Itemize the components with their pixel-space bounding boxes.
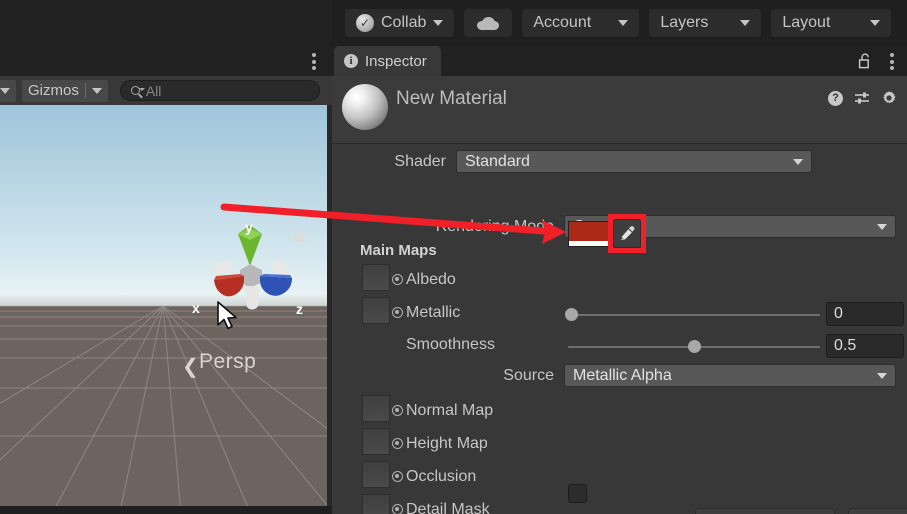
scene-toolbar-overflow-button[interactable] [0,79,16,102]
height-map-texture-slot[interactable] [362,428,390,455]
occlusion-label: Occlusion [406,468,477,485]
layout-label: Layout [782,14,831,31]
albedo-alpha-bar [569,241,612,246]
normal-map-select-icon[interactable] [392,405,403,416]
gear-icon[interactable] [881,90,897,106]
bottom-field-left[interactable] [695,508,835,514]
rendering-mode-label: Rendering Mode [435,217,554,235]
smoothness-label: Smoothness [406,336,495,353]
inspector-tab-strip: i Inspector [332,46,907,76]
albedo-color-swatch[interactable] [568,221,613,247]
detail-mask-select-icon[interactable] [392,504,403,514]
chevron-down-icon [740,20,751,26]
gizmo-axis-x-label: x [192,300,200,316]
preset-icon[interactable] [854,90,870,106]
detail-mask-texture-slot[interactable] [362,494,390,514]
layers-button[interactable]: Layers [649,9,762,37]
toolbar-right-group: ✓ Collab Account Layers Layout [332,0,907,46]
albedo-select-icon[interactable] [392,274,403,285]
info-icon: i [344,54,358,68]
metallic-value-field[interactable]: 0 [826,302,904,326]
cloud-icon [477,16,500,30]
perspective-toggle-arrow-icon[interactable]: ❮ [182,354,199,379]
scene-tab-strip [0,46,332,76]
scene-viewport[interactable]: x y z ❮ Persp [0,105,327,506]
inspector-header-icons: ? [828,90,897,106]
account-label: Account [533,14,592,31]
lock-icon[interactable] [293,227,306,243]
chevron-down-icon [618,20,629,26]
material-name: New Material [396,88,507,109]
chevron-down-icon [91,87,102,94]
gizmos-dropdown[interactable]: Gizmos [22,79,108,102]
divider [84,83,86,98]
source-dropdown[interactable]: Metallic Alpha [564,364,896,387]
gizmo-axis-y-label: y [245,219,253,235]
inspector-panel: i Inspector New Material ? Shader Standa… [332,46,907,514]
detail-mask-label: Detail Mask [406,501,490,514]
height-map-select-icon[interactable] [392,438,403,449]
scene-view-panel: Gizmos All x y z ❮ Persp [0,46,332,514]
albedo-color-fill [569,222,612,241]
chevron-down-icon [870,20,881,26]
perspective-label: Persp [199,350,257,373]
source-value: Metallic Alpha [573,366,672,384]
chevron-down-icon [433,20,444,26]
chevron-down-icon [877,223,887,230]
toolbar-left-filler [0,0,332,46]
metallic-label: Metallic [406,304,461,321]
scene-kebab-menu-icon[interactable] [312,53,316,70]
albedo-label: Albedo [406,271,456,288]
scene-status-strip [0,506,332,514]
metallic-texture-slot[interactable] [362,297,390,324]
normal-map-texture-slot[interactable] [362,395,390,422]
layers-label: Layers [660,14,709,31]
bottom-field-right[interactable] [848,508,907,514]
mouse-cursor-icon [217,301,237,330]
annotation-highlight-box [608,214,646,253]
chevron-down-icon [0,87,10,94]
metallic-select-icon[interactable] [392,307,403,318]
metallic-slider-knob[interactable] [565,308,578,321]
collab-button[interactable]: ✓ Collab [345,9,455,37]
scene-search-input[interactable]: All [119,80,320,101]
chevron-down-icon [877,372,887,379]
normal-map-label: Normal Map [406,402,494,419]
smoothness-value-field[interactable]: 0.5 [826,334,904,358]
lock-open-icon[interactable] [858,53,872,69]
account-button[interactable]: Account [522,9,640,37]
search-icon [130,86,145,95]
tab-inspector-label: Inspector [365,52,427,70]
smoothness-slider-knob[interactable] [688,340,701,353]
help-icon[interactable]: ? [828,90,843,106]
inspector-kebab-menu-icon[interactable] [890,53,894,70]
metallic-value: 0 [834,305,843,322]
layout-button[interactable]: Layout [771,9,892,37]
material-properties: Rendering Mode Opaque Main Maps Albedo M… [332,145,907,514]
occlusion-select-icon[interactable] [392,471,403,482]
material-header: New Material ? Shader Standard [332,76,907,173]
gizmo-axis-z-label: z [296,301,303,317]
collab-label: Collab [381,14,427,31]
smoothness-value: 0.5 [834,337,857,354]
source-row: Source Metallic Alpha [332,364,907,387]
source-label: Source [503,366,554,384]
occlusion-texture-slot[interactable] [362,461,390,488]
cloud-services-button[interactable] [464,9,513,37]
albedo-texture-slot[interactable] [362,264,390,291]
tab-inspector[interactable]: i Inspector [334,46,441,76]
collab-check-icon: ✓ [356,14,374,32]
gizmos-label: Gizmos [28,82,79,99]
scene-search-placeholder: All [145,82,162,99]
scene-toolbar: Gizmos All [0,76,332,105]
metallic-slider-track[interactable] [568,314,820,316]
top-toolbar: ✓ Collab Account Layers Layout [0,0,907,46]
material-sphere-preview-icon [342,84,388,130]
height-map-label: Height Map [406,435,488,452]
emission-checkbox[interactable] [568,484,587,503]
section-main-maps-header: Main Maps [360,242,437,259]
